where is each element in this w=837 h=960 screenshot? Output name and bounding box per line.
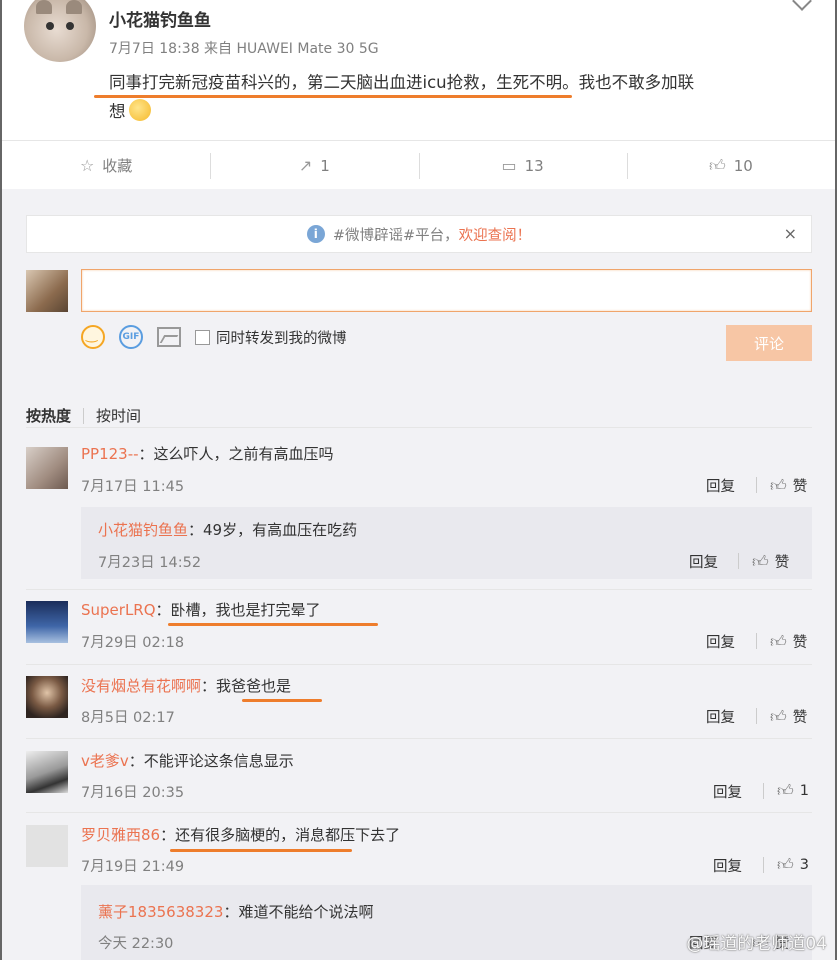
thumbs-up-icon: 👍︎	[752, 551, 769, 571]
info-icon: i	[306, 225, 325, 243]
comment-user[interactable]: 薰子1835638323	[98, 903, 223, 921]
comment-time: 今天 22:30	[98, 936, 174, 952]
gif-icon[interactable]: GIF	[119, 325, 143, 349]
thumbs-up-icon: 👍︎	[770, 631, 787, 651]
sort-by-hot[interactable]: 按热度	[26, 405, 71, 426]
watermark: @瑶道的老师道04	[686, 934, 827, 954]
notice-text[interactable]: #微博辟谣#平台，	[333, 224, 459, 245]
comment-time: 7月17日 11:45	[81, 479, 185, 495]
comment-user[interactable]: v老爹v	[81, 752, 129, 770]
reply-button[interactable]: 回复	[713, 781, 742, 802]
comment-avatar[interactable]	[26, 447, 68, 489]
notice-link[interactable]: 欢迎查阅！	[459, 224, 532, 245]
sort-by-time[interactable]: 按时间	[96, 405, 141, 426]
image-icon[interactable]	[157, 327, 181, 347]
comment-time: 7月19日 21:49	[81, 859, 185, 875]
post-content-line2: 想	[109, 97, 809, 126]
like-comment-button[interactable]: 👍︎ 赞	[755, 706, 807, 727]
like-button[interactable]: 👍︎ 10	[626, 141, 835, 190]
thumbs-up-icon: 👍︎	[708, 155, 726, 175]
repost-label[interactable]: 同时转发到我的微博	[216, 327, 347, 348]
sort-tabs: 按热度 按时间	[26, 405, 141, 426]
sub-reply-text: 薰子1835638323：难道不能给个说法啊	[98, 903, 374, 921]
rumor-notice: i #微博辟谣#平台， 欢迎查阅！ ×	[26, 215, 812, 253]
current-user-avatar	[26, 270, 68, 312]
highlight-underline	[242, 699, 322, 702]
share-icon: ↗	[298, 156, 313, 175]
comment-time: 8月5日 02:17	[81, 710, 175, 726]
reply-button[interactable]: 回复	[706, 706, 735, 727]
comment-input[interactable]	[81, 269, 812, 312]
repost-checkbox[interactable]	[195, 329, 210, 345]
highlight-underline	[94, 95, 572, 98]
post-content-line1: 同事打完新冠疫苗科兴的，第二天脑出血进icu抢救，生死不明。我也不敢多加联	[109, 73, 695, 92]
comment-user[interactable]: PP123--	[81, 445, 139, 463]
like-comment-button[interactable]: 👍︎ 3	[763, 855, 809, 875]
emoji-icon	[128, 99, 151, 121]
comment-text: v老爹v：不能评论这条信息显示	[81, 752, 294, 770]
sub-reply-text: 小花猫钓鱼鱼：49岁，有高血压在吃药	[98, 521, 358, 539]
author-avatar[interactable]	[24, 0, 96, 62]
reply-button[interactable]: 回复	[689, 551, 718, 572]
thumbs-up-icon: 👍︎	[770, 706, 787, 726]
star-icon: ☆	[79, 156, 95, 175]
highlight-underline	[170, 849, 352, 852]
favorite-button[interactable]: ☆ 收藏	[2, 141, 210, 190]
repost-button[interactable]: ↗ 1	[210, 141, 418, 190]
like-comment-button[interactable]: 👍︎ 赞	[755, 631, 807, 652]
comment-text: SuperLRQ：卧槽，我也是打完晕了	[81, 601, 321, 619]
comment-time: 7月23日 14:52	[98, 555, 202, 571]
comment-text: 罗贝雅西86：还有很多脑梗的，消息都压下去了	[81, 826, 401, 844]
comment-button[interactable]: ▭ 13	[418, 141, 627, 190]
comment-time: 7月29日 02:18	[81, 635, 185, 651]
like-comment-button[interactable]: 👍︎ 赞	[737, 551, 789, 572]
composer-tools: GIF 同时转发到我的微博	[81, 324, 347, 350]
post-meta: 7月7日 18:38 来自 HUAWEI Mate 30 5G	[109, 41, 379, 57]
comment-text: PP123--：这么吓人，之前有高血压吗	[81, 445, 334, 463]
comment-avatar[interactable]	[26, 676, 68, 718]
close-icon[interactable]: ×	[784, 224, 797, 243]
comment-time: 7月16日 20:35	[81, 785, 185, 801]
comment-icon: ▭	[501, 156, 517, 175]
comment-avatar[interactable]	[26, 601, 68, 643]
comment-text: 没有烟总有花啊啊：我爸爸也是	[81, 677, 292, 695]
reply-button[interactable]: 回复	[706, 631, 735, 652]
like-comment-button[interactable]: 👍︎ 1	[763, 781, 809, 801]
comment-user[interactable]: 小花猫钓鱼鱼	[98, 521, 188, 539]
post-action-bar: ☆ 收藏 ↗ 1 ▭ 13 👍︎ 10	[2, 140, 835, 190]
comment-panel: i #微博辟谣#平台， 欢迎查阅！ × GIF 同时转发到我的微博 评论 按热度…	[2, 189, 835, 960]
emoji-picker-icon[interactable]	[81, 325, 105, 349]
divider	[26, 738, 812, 739]
comment-user[interactable]: 罗贝雅西86	[81, 826, 160, 844]
reply-button[interactable]: 回复	[713, 855, 742, 876]
thumbs-up-icon: 👍︎	[777, 781, 794, 800]
highlight-underline	[168, 623, 378, 626]
submit-comment-button[interactable]: 评论	[726, 325, 812, 361]
comment-user[interactable]: SuperLRQ	[81, 601, 156, 619]
like-comment-button[interactable]: 👍︎ 赞	[755, 475, 807, 496]
chevron-down-icon[interactable]	[792, 0, 812, 11]
author-name[interactable]: 小花猫钓鱼鱼	[109, 6, 211, 31]
thumbs-up-icon: 👍︎	[777, 855, 794, 874]
divider	[26, 812, 812, 813]
comment-avatar[interactable]	[26, 751, 68, 793]
thumbs-up-icon: 👍︎	[770, 475, 787, 495]
divider	[26, 427, 812, 428]
divider	[26, 664, 812, 665]
reply-button[interactable]: 回复	[706, 475, 735, 496]
comment-user[interactable]: 没有烟总有花啊啊	[81, 677, 201, 695]
divider	[26, 589, 812, 590]
weibo-frame: 小花猫钓鱼鱼 7月7日 18:38 来自 HUAWEI Mate 30 5G 同…	[0, 0, 837, 960]
post: 小花猫钓鱼鱼 7月7日 18:38 来自 HUAWEI Mate 30 5G 同…	[2, 0, 835, 140]
comment-avatar[interactable]	[26, 825, 68, 867]
